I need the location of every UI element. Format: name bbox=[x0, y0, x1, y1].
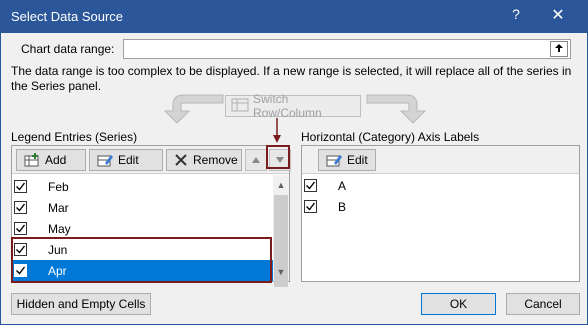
scroll-up-icon[interactable]: ▲ bbox=[273, 177, 289, 193]
legend-toolbar: Add Edit Remove bbox=[12, 146, 291, 174]
checkbox[interactable] bbox=[14, 222, 27, 235]
checkbox[interactable] bbox=[304, 200, 317, 213]
list-item[interactable]: B bbox=[302, 196, 579, 217]
edit-series-button[interactable]: Edit bbox=[89, 149, 163, 171]
curved-arrow-right-icon bbox=[366, 94, 427, 124]
collapse-range-icon bbox=[554, 42, 564, 56]
edit-label: Edit bbox=[118, 153, 139, 167]
series-name: Apr bbox=[48, 264, 67, 278]
series-name: May bbox=[48, 222, 71, 236]
list-item[interactable]: A bbox=[302, 175, 579, 196]
list-item[interactable]: Feb bbox=[12, 176, 273, 197]
axis-toolbar: Edit bbox=[302, 146, 579, 174]
switch-row-column-button[interactable]: Switch Row/Column bbox=[225, 92, 361, 120]
edit-icon bbox=[97, 153, 113, 167]
series-name: Feb bbox=[48, 180, 69, 194]
switch-row-column-label: Switch Row/Column bbox=[253, 92, 322, 120]
info-text: The data range is too complex to be disp… bbox=[11, 64, 572, 93]
series-name: Mar bbox=[48, 201, 69, 215]
collapse-range-button[interactable] bbox=[550, 41, 568, 57]
category-label: A bbox=[338, 179, 347, 193]
dialog-title: Select Data Source bbox=[11, 9, 124, 24]
list-item[interactable]: Mar bbox=[12, 197, 273, 218]
list-item[interactable]: Jun bbox=[12, 239, 273, 260]
select-data-source-dialog: Chart data range: The data range is too … bbox=[0, 33, 588, 325]
legend-entries-panel: Add Edit Remove Feb Mar May Jun Apr ▲ ▼ bbox=[11, 145, 291, 287]
list-item-selected[interactable]: Apr bbox=[12, 260, 273, 281]
series-name: Jun bbox=[48, 243, 68, 257]
remove-icon bbox=[174, 153, 188, 167]
hidden-empty-cells-button[interactable]: Hidden and Empty Cells bbox=[11, 293, 151, 315]
remove-series-button[interactable]: Remove bbox=[166, 149, 242, 171]
list-item[interactable]: May bbox=[12, 218, 273, 239]
checkbox[interactable] bbox=[14, 180, 27, 193]
move-up-icon bbox=[251, 153, 261, 167]
legend-scrollbar[interactable]: ▲ ▼ bbox=[273, 175, 289, 287]
edit-label: Edit bbox=[347, 153, 368, 167]
help-button[interactable]: ? bbox=[506, 6, 526, 26]
move-up-button[interactable] bbox=[245, 149, 267, 171]
add-label: Add bbox=[45, 153, 67, 167]
chart-data-range-input[interactable] bbox=[123, 39, 571, 59]
add-series-button[interactable]: Add bbox=[16, 149, 86, 171]
curved-arrow-left-icon bbox=[163, 94, 224, 124]
category-label: B bbox=[338, 200, 347, 214]
checkbox[interactable] bbox=[14, 243, 27, 256]
checkbox[interactable] bbox=[304, 179, 317, 192]
axis-labels-label: Horizontal (Category) Axis Labels bbox=[301, 130, 480, 144]
axis-labels-panel: Edit A B bbox=[301, 145, 580, 282]
ok-button[interactable]: OK bbox=[421, 293, 496, 315]
axis-labels-list: A B bbox=[302, 175, 579, 281]
edit-axis-labels-button[interactable]: Edit bbox=[318, 149, 376, 171]
legend-entries-label: Legend Entries (Series) bbox=[11, 130, 138, 144]
checkbox[interactable] bbox=[14, 201, 27, 214]
edit-icon bbox=[326, 153, 342, 167]
scroll-down-icon[interactable]: ▼ bbox=[273, 264, 289, 280]
annotation-arrow-icon bbox=[273, 118, 281, 143]
add-icon bbox=[24, 153, 40, 167]
close-button[interactable]: ✕ bbox=[545, 5, 571, 27]
remove-label: Remove bbox=[193, 153, 238, 167]
checkbox[interactable] bbox=[14, 264, 27, 277]
move-down-button[interactable] bbox=[269, 149, 291, 171]
cancel-button[interactable]: Cancel bbox=[506, 293, 580, 315]
switch-icon bbox=[231, 98, 249, 115]
move-down-icon bbox=[275, 153, 285, 167]
legend-entries-list: Feb Mar May Jun Apr bbox=[12, 175, 289, 281]
chart-data-range-label: Chart data range: bbox=[21, 42, 115, 56]
title-bar: Select Data Source ? ✕ bbox=[0, 0, 588, 33]
